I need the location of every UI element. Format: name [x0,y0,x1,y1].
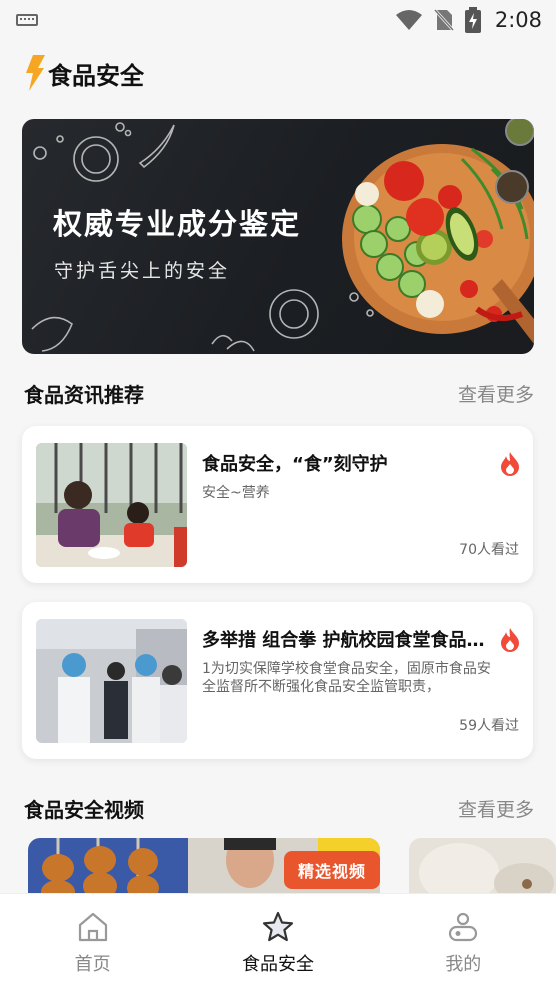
no-sim-icon [433,8,454,32]
banner-title: 权威专业成分鉴定 [53,207,302,241]
battery-icon [464,7,481,33]
status-bar: 2:08 [0,0,556,40]
nav-profile[interactable]: 我的 [371,894,556,990]
news-card[interactable]: 多举措 组合拳 护航校园食堂食品安全 1为切实保障学校食堂食品安全，固原市食品安… [22,602,533,759]
news-description: 1为切实保障学校食堂食品安全，固原市食品安全监督所不断强化食品安全监管职责， [202,661,491,695]
star-icon [262,911,294,942]
video-section-header: 食品安全视频 查看更多 [24,793,534,823]
nav-food-safety-label: 食品安全 [241,954,314,975]
news-thumbnail [36,619,187,743]
page-title: 食品安全 [48,61,144,90]
news-section-header: 食品资讯推荐 查看更多 [24,378,534,408]
news-card[interactable]: 食品安全，“食”刻守护 安全~营养 70人看过 [22,426,533,583]
nav-home-label: 首页 [74,954,111,975]
video-card[interactable]: 精选视频 [28,838,380,898]
news-description: 安全~营养 [202,485,270,501]
bottom-navigation: 首页 食品安全 我的 [0,893,556,990]
video-card[interactable] [409,838,556,898]
video-section-title: 食品安全视频 [24,797,144,822]
clock: 2:08 [494,8,542,32]
news-view-count: 70人看过 [459,542,519,558]
nav-food-safety[interactable]: 食品安全 [185,894,370,990]
nav-home[interactable]: 首页 [0,894,185,990]
keyboard-icon [16,14,38,26]
hot-fire-icon [501,628,519,652]
banner-subtitle: 守护舌尖上的安全 [54,260,231,282]
featured-video-badge: 精选视频 [284,851,380,889]
lightning-logo-icon [26,55,45,91]
profile-icon [449,912,478,942]
promo-banner[interactable]: 权威专业成分鉴定 守护舌尖上的安全 [22,119,534,354]
news-view-count: 59人看过 [459,718,519,734]
news-title: 食品安全，“食”刻守护 [202,454,388,475]
wifi-icon [395,10,422,30]
news-thumbnail [36,443,187,567]
video-thumbnail [409,838,556,898]
app-header: 食品安全 [24,54,144,92]
hot-fire-icon [501,452,519,476]
nav-profile-label: 我的 [445,954,482,975]
news-section-title: 食品资讯推荐 [24,382,144,407]
news-more-link[interactable]: 查看更多 [458,380,534,407]
video-more-link[interactable]: 查看更多 [458,795,534,822]
news-title: 多举措 组合拳 护航校园食堂食品安全 [202,630,492,651]
home-icon [78,912,107,942]
